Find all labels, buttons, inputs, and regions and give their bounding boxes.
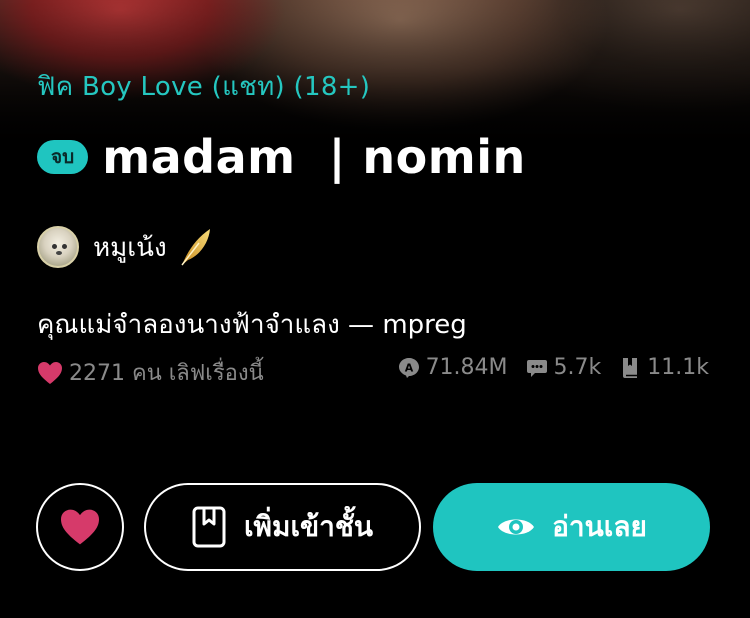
read-now-button[interactable]: อ่านเลย <box>433 483 710 571</box>
heart-icon <box>61 509 99 545</box>
like-button[interactable] <box>36 483 124 571</box>
comments-count: 5.7k <box>553 355 602 380</box>
heart-icon <box>38 361 62 384</box>
quill-icon <box>181 229 210 266</box>
status-badge: จบ <box>37 140 89 174</box>
chat-bubble-icon <box>526 359 547 377</box>
book-icon <box>623 357 638 378</box>
story-title: madam | nomin <box>102 130 526 184</box>
views-count: 71.84M <box>425 355 508 380</box>
likes-text: 2271 คน เลิฟเรื่องนี้ <box>69 361 264 386</box>
author-name[interactable]: หมูเน้ง <box>93 227 167 268</box>
likes-stat: 2271 คน เลิฟเรื่องนี้ <box>37 355 264 390</box>
stats-row: 2271 คน เลิฟเรื่องนี้ A 71.84M 5.7k 11.1… <box>37 355 717 387</box>
title-row: จบ madam | nomin <box>37 130 526 184</box>
eye-icon <box>498 519 535 535</box>
author-row[interactable]: หมูเน้ง <box>37 226 213 268</box>
svg-text:A: A <box>404 361 413 374</box>
chapters-count: 11.1k <box>647 355 709 380</box>
bookmark-icon <box>192 506 226 548</box>
story-category[interactable]: ฟิค Boy Love (แชท) (18+) <box>37 66 370 107</box>
chapters-stat: 11.1k <box>619 355 709 380</box>
story-metrics: A 71.84M 5.7k 11.1k <box>380 355 709 380</box>
story-tagline: คุณแม่จำลองนางฟ้าจำแลง — mpreg <box>37 310 467 340</box>
story-detail-screen: ฟิค Boy Love (แชท) (18+) จบ madam | nomi… <box>0 0 750 618</box>
add-to-library-button[interactable]: เพิ่มเข้าชั้น <box>144 483 421 571</box>
reader-icon: A <box>398 357 419 378</box>
comments-stat: 5.7k <box>526 355 602 380</box>
views-stat: A 71.84M <box>398 355 508 380</box>
author-avatar[interactable] <box>37 226 79 268</box>
read-now-label: อ่านเลย <box>552 510 647 543</box>
add-to-library-label: เพิ่มเข้าชั้น <box>243 510 374 543</box>
